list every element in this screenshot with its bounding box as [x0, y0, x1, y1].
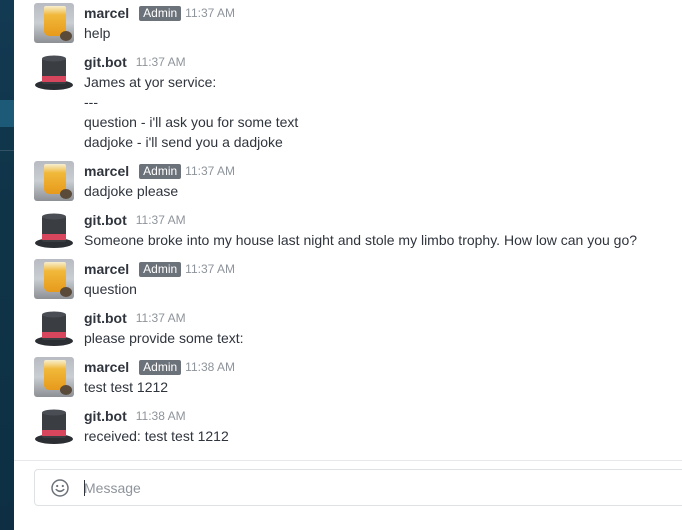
message-composer	[34, 469, 682, 506]
top-hat-icon	[35, 213, 73, 248]
avatar-detail	[60, 287, 72, 297]
message-text: James at yor service:	[84, 74, 217, 90]
message-time[interactable]: 11:37 AM	[185, 262, 235, 276]
avatar-detail	[60, 189, 72, 199]
message: git.bot 11:38 AM received: test test 121…	[14, 406, 229, 446]
message-time[interactable]: 11:38 AM	[185, 360, 235, 374]
avatar-git-bot[interactable]	[34, 406, 74, 446]
message-author[interactable]: git.bot	[84, 54, 127, 70]
message-text: please provide some text:	[84, 330, 244, 346]
message-author[interactable]: git.bot	[84, 310, 127, 326]
avatar-marcel[interactable]	[34, 259, 74, 299]
message-author[interactable]: marcel	[84, 359, 129, 375]
message-author[interactable]: git.bot	[84, 212, 127, 228]
role-badge: Admin	[139, 5, 182, 21]
message: git.bot 11:37 AM please provide some tex…	[14, 308, 244, 348]
avatar-marcel[interactable]	[34, 161, 74, 201]
top-hat-icon	[35, 311, 73, 346]
role-badge: Admin	[139, 163, 182, 179]
message: marcel Admin 11:37 AM question	[14, 259, 235, 299]
message-text: test test 1212	[84, 379, 169, 395]
message-text: dadjoke - i'll send you a dadjoke	[84, 134, 283, 150]
message-text: Someone broke into my house last night a…	[84, 232, 638, 248]
message: git.bot 11:37 AM Someone broke into my h…	[14, 210, 637, 250]
message: marcel Admin 11:38 AM test test 1212	[14, 357, 235, 397]
message-time[interactable]: 11:37 AM	[136, 213, 186, 227]
message: marcel Admin 11:37 AM help	[14, 3, 235, 43]
message-author[interactable]: marcel	[84, 5, 129, 21]
message-time[interactable]: 11:37 AM	[185, 164, 235, 178]
avatar-detail	[60, 385, 72, 395]
top-hat-icon	[35, 409, 73, 444]
message-author[interactable]: git.bot	[84, 408, 127, 424]
avatar-git-bot[interactable]	[34, 308, 74, 348]
avatar-detail	[60, 31, 72, 41]
top-hat-icon	[35, 55, 73, 90]
message-input[interactable]	[84, 476, 644, 500]
message-text: received: test test 1212	[84, 428, 229, 444]
text-cursor	[84, 480, 85, 496]
message-author[interactable]: marcel	[84, 261, 129, 277]
message: git.bot 11:37 AM James at yor service: -…	[14, 52, 298, 152]
message-text: question - i'll ask you for some text	[84, 114, 299, 130]
smiley-emoji-icon[interactable]	[51, 479, 69, 497]
role-badge: Admin	[139, 359, 182, 375]
message-text: ---	[84, 94, 98, 110]
sidebar-active-item[interactable]	[0, 100, 14, 127]
message-time[interactable]: 11:37 AM	[136, 55, 186, 69]
avatar-marcel[interactable]	[34, 357, 74, 397]
role-badge: Admin	[139, 261, 182, 277]
message-text: question	[84, 281, 137, 297]
message-time[interactable]: 11:38 AM	[136, 409, 186, 423]
avatar-git-bot[interactable]	[34, 210, 74, 250]
message-time[interactable]: 11:37 AM	[136, 311, 186, 325]
message-list: marcel Admin 11:37 AM help git.bot 11:37…	[14, 0, 682, 460]
message-text: help	[84, 25, 111, 41]
sidebar-edge	[0, 0, 14, 530]
avatar-git-bot[interactable]	[34, 52, 74, 92]
message: marcel Admin 11:37 AM dadjoke please	[14, 161, 235, 201]
composer-divider	[14, 460, 682, 461]
message-author[interactable]: marcel	[84, 163, 129, 179]
sidebar-divider	[0, 150, 14, 151]
avatar-marcel[interactable]	[34, 3, 74, 43]
message-text: dadjoke please	[84, 183, 179, 199]
message-time[interactable]: 11:37 AM	[185, 6, 235, 20]
